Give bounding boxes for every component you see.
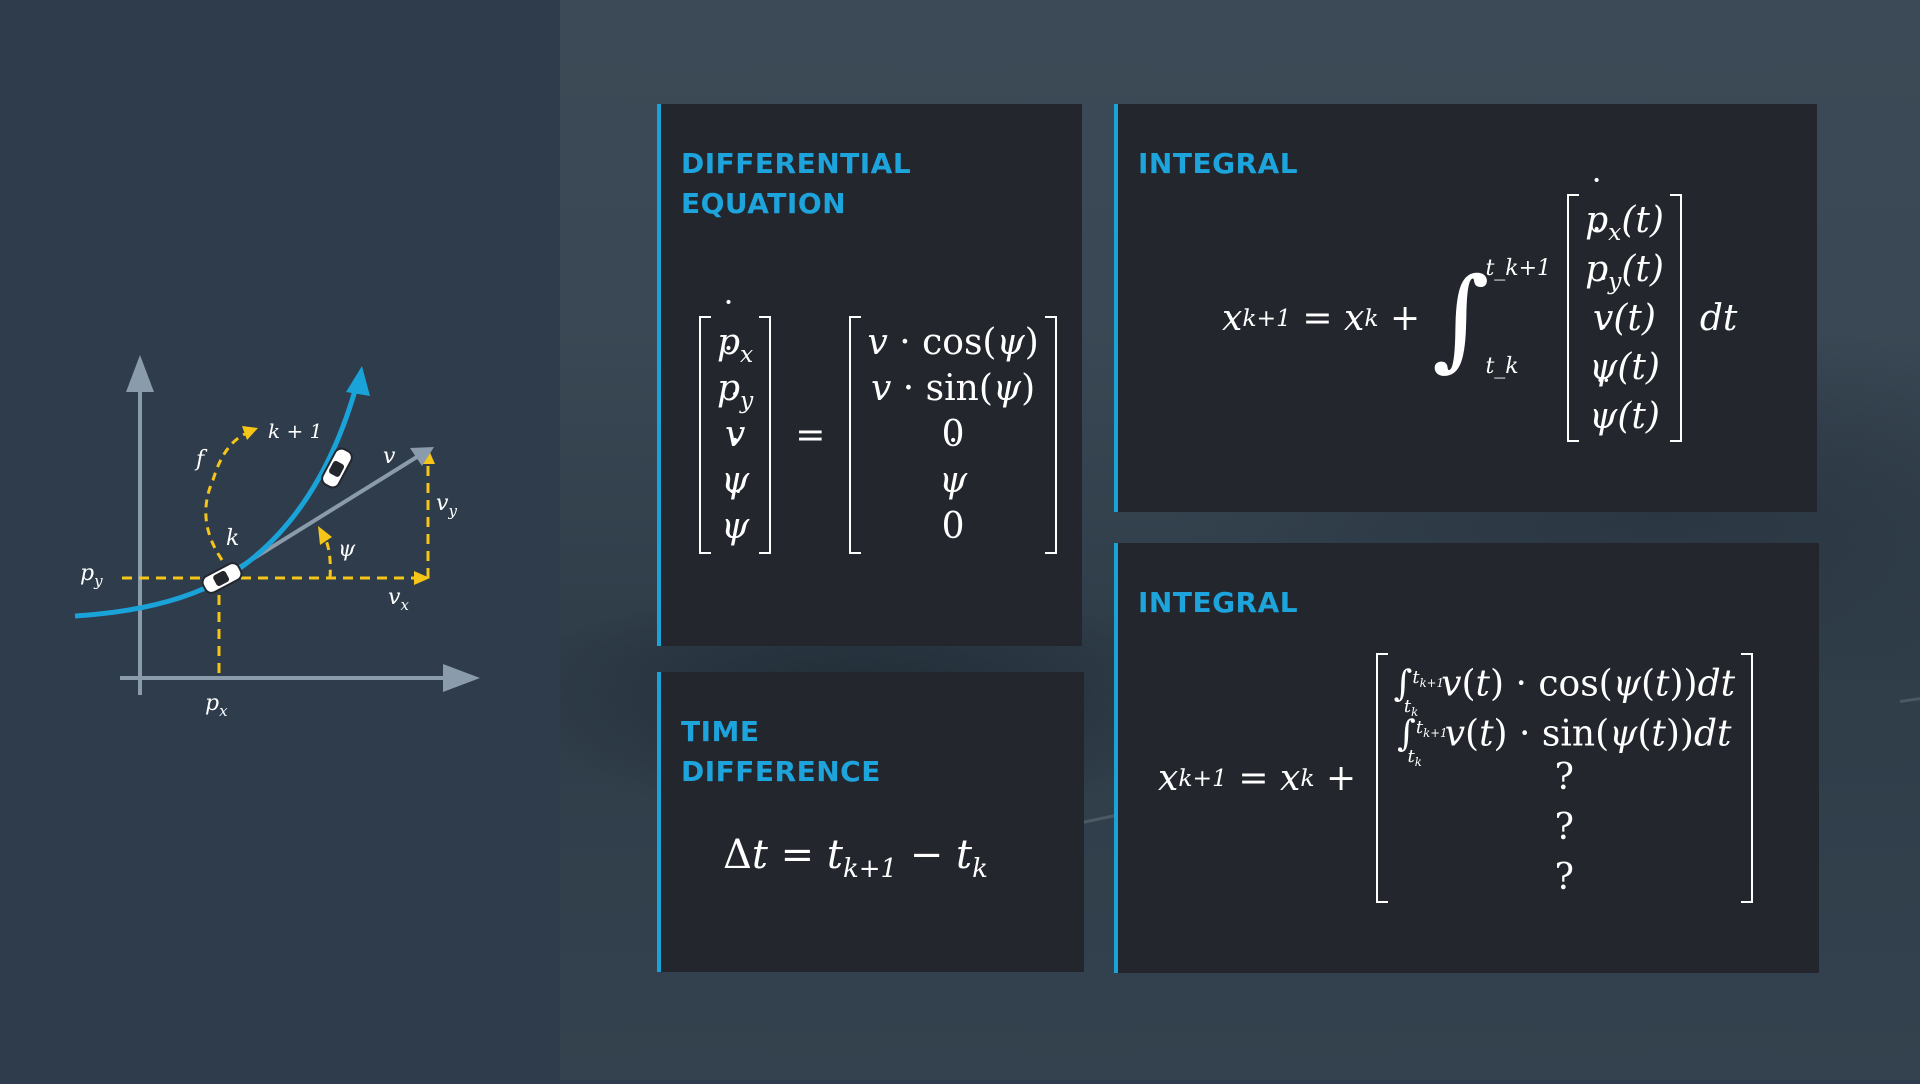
integral-result-vector: ∫tk+1tk v(t) · cos(ψ(t))dt ∫tk+1tk v(t) … — [1375, 653, 1754, 903]
upper-limit: t_k+1 — [1485, 256, 1552, 281]
label-py: py — [80, 561, 103, 590]
lhs-vector: px py v ψ ψ — [699, 316, 772, 554]
psi-arrowhead — [318, 526, 332, 545]
x-axis-arrow — [443, 664, 480, 692]
integral-panel-top: INTEGRAL xk+1 = xk + ∫ t_k+1 t_k px(t) p… — [1114, 104, 1817, 512]
integral-panel-bottom: INTEGRAL x k+1 = xk + ∫tk+1tk v(t) · cos(… — [1114, 543, 1819, 973]
time-difference-panel: TIME DIFFERENCE Δt = tk+1 − tk — [657, 672, 1084, 972]
lower-limit: t_k — [1485, 354, 1519, 379]
state-derivative-equation: px py v ψ ψ = v · cos(ψ) v · sin(ψ) 0 ψ … — [699, 316, 1057, 554]
label-v: v — [383, 444, 396, 469]
panel-title: TIME DIFFERENCE — [681, 715, 881, 788]
label-f: f — [194, 447, 208, 472]
label-k-plus-1: k + 1 — [268, 419, 322, 443]
integral-vector-equation: x k+1 = xk + ∫tk+1tk v(t) · cos(ψ(t))dt ∫… — [1158, 653, 1754, 903]
label-px: px — [205, 691, 228, 720]
integral-equation: xk+1 = xk + ∫ t_k+1 t_k px(t) py(t) v(t)… — [1222, 194, 1737, 442]
trajectory-arrowhead — [346, 366, 370, 396]
dt-label: dt — [1699, 297, 1738, 339]
panel-title: INTEGRAL — [1138, 147, 1299, 180]
integrand-vector: px(t) py(t) v(t) ψ(t) ψ(t) — [1567, 194, 1682, 442]
label-psi: ψ — [338, 537, 356, 562]
motion-model-diagram: py px k k + 1 f v vx vy ψ — [74, 355, 480, 720]
panel-title: DIFFERENTIAL EQUATION — [681, 147, 912, 220]
differential-equation-panel: DIFFERENTIAL EQUATION px py v ψ ψ = v · … — [657, 104, 1082, 646]
label-vx: vx — [388, 585, 409, 614]
road-marking — [1899, 677, 1920, 703]
label-k: k — [226, 526, 239, 551]
unknown-entry: ? — [1554, 807, 1574, 848]
delta-t-equation: Δt = tk+1 − tk — [723, 832, 988, 885]
rhs-vector: v · cos(ψ) v · sin(ψ) 0 ψ 0 — [849, 316, 1057, 554]
label-vy: vy — [436, 491, 457, 520]
car-icon — [201, 562, 243, 594]
unknown-entry: ? — [1554, 857, 1574, 898]
diagram-panel: py px k k + 1 f v vx vy ψ — [0, 0, 560, 1080]
panel-title: INTEGRAL — [1138, 586, 1299, 619]
y-axis-arrow — [126, 355, 154, 392]
unknown-entry: ? — [1554, 757, 1574, 798]
